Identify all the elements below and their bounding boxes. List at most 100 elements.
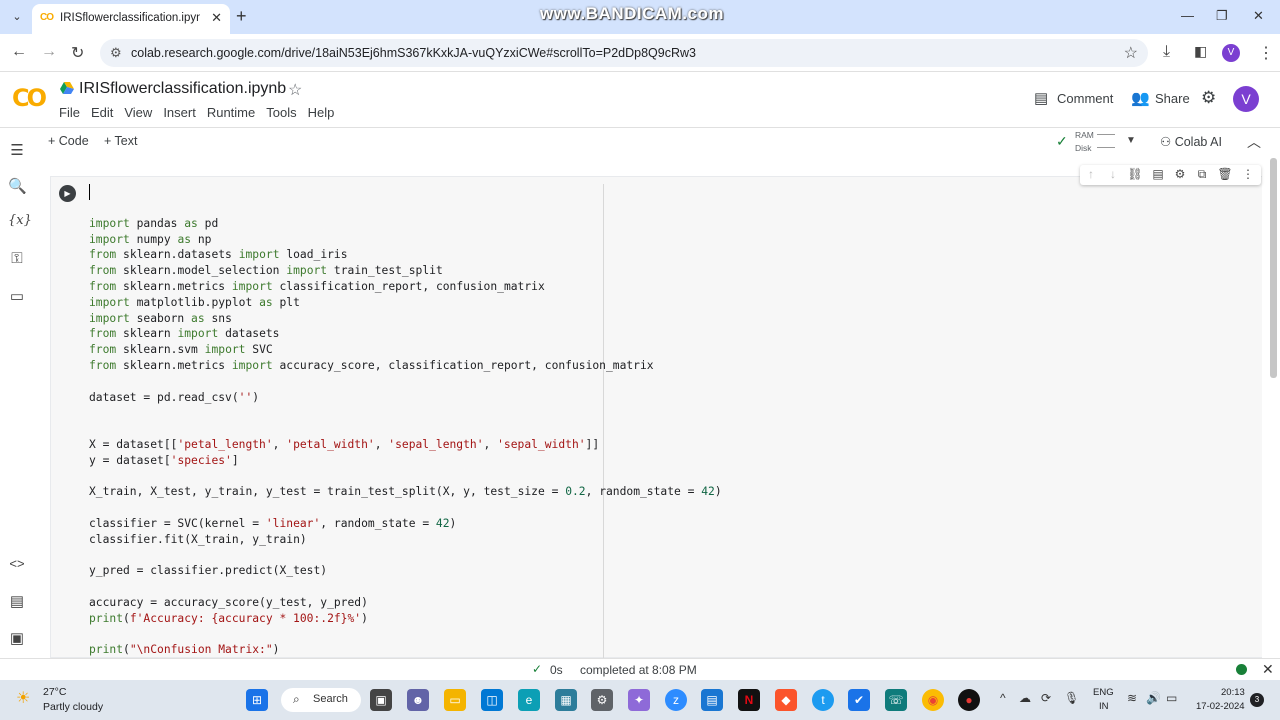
code-line[interactable]: import pandas as pd (89, 216, 722, 232)
system-time[interactable]: 20:13 (1221, 687, 1245, 698)
run-cell-play-icon[interactable]: ▶ (59, 185, 76, 202)
code-line[interactable]: print("\nConfusion Matrix:") (89, 642, 722, 658)
notification-count-badge[interactable]: 3 (1250, 693, 1264, 707)
table-of-contents-icon[interactable]: ☰ (8, 141, 26, 159)
reload-icon[interactable]: ↻ (71, 43, 84, 63)
onedrive-cloud-icon[interactable]: ☁ (1019, 691, 1031, 705)
teams-chat-icon[interactable]: ☻ (407, 689, 429, 711)
window-close-icon[interactable]: ✕ (1253, 8, 1264, 24)
url-text[interactable]: colab.research.google.com/drive/18aiN53E… (131, 46, 696, 60)
menu-help[interactable]: Help (308, 105, 335, 120)
link-cell-icon[interactable]: ⛓ (1127, 167, 1143, 181)
tab-search-chevron-icon[interactable]: ⌄ (6, 6, 28, 28)
delete-cell-trash-icon[interactable]: 🗑 (1217, 167, 1233, 181)
weather-icon[interactable]: ☀ (16, 688, 30, 708)
volume-icon[interactable]: 🔊 (1146, 691, 1161, 705)
code-line[interactable] (89, 405, 722, 421)
account-avatar[interactable]: V (1233, 86, 1259, 112)
chrome-browser-icon[interactable]: ◉ (922, 689, 944, 711)
notebook-title[interactable]: IRISflowerclassification.ipynb (79, 80, 286, 98)
add-comment-icon[interactable]: ▤ (1150, 167, 1166, 181)
todo-check-icon[interactable]: ✔ (848, 689, 870, 711)
drive-icon[interactable] (60, 82, 74, 94)
bookmark-star-icon[interactable]: ☆ (1124, 43, 1138, 63)
share-button[interactable]: Share (1155, 91, 1190, 106)
code-line[interactable]: classifier = SVC(kernel = 'linear', rand… (89, 516, 722, 532)
omnibox[interactable]: ⚙ colab.research.google.com/drive/18aiN5… (100, 39, 1148, 67)
photos-icon[interactable]: ▦ (555, 689, 577, 711)
close-status-icon[interactable]: ✕ (1262, 661, 1274, 678)
code-line[interactable]: from sklearn.model_selection import trai… (89, 263, 722, 279)
code-line[interactable]: from sklearn.metrics import accuracy_sco… (89, 358, 722, 374)
copilot-icon[interactable]: ✦ (628, 689, 650, 711)
vertical-scrollbar[interactable] (1270, 158, 1277, 378)
code-line[interactable]: classifier.fit(X_train, y_train) (89, 532, 722, 548)
command-palette-icon[interactable]: ▤ (8, 592, 26, 610)
zoom-icon[interactable]: z (665, 689, 687, 711)
site-info-icon[interactable]: ⚙ (110, 45, 122, 61)
code-line[interactable]: accuracy = accuracy_score(y_test, y_pred… (89, 595, 722, 611)
code-line[interactable]: print(f'Accuracy: {accuracy * 100:.2f}%'… (89, 611, 722, 627)
sync-icon[interactable]: ⟳ (1041, 691, 1051, 705)
task-view-icon[interactable]: ▣ (370, 689, 392, 711)
variables-icon[interactable]: {x} (8, 213, 32, 228)
code-snippets-icon[interactable]: <> (8, 556, 26, 571)
browser-menu-icon[interactable]: ⋮ (1258, 43, 1274, 63)
code-line[interactable]: import numpy as np (89, 232, 722, 248)
move-cell-down-icon[interactable]: ↓ (1105, 167, 1121, 181)
tab-close-icon[interactable]: ✕ (211, 10, 222, 26)
resources-dropdown-icon[interactable]: ▼ (1126, 135, 1136, 146)
browser-tab[interactable]: CO IRISflowerclassification.ipynb - C ✕ (32, 4, 230, 34)
search-icon[interactable]: 🔍 (8, 177, 27, 195)
menu-insert[interactable]: Insert (163, 105, 196, 120)
calculator-app-icon[interactable]: ▤ (701, 689, 723, 711)
colab-logo[interactable]: CO (12, 84, 47, 112)
code-line[interactable] (89, 469, 722, 485)
code-line[interactable] (89, 374, 722, 390)
code-line[interactable]: from sklearn.datasets import load_iris (89, 247, 722, 263)
move-cell-up-icon[interactable]: ↑ (1083, 167, 1099, 181)
code-line[interactable]: from sklearn import datasets (89, 326, 722, 342)
code-line[interactable] (89, 500, 722, 516)
microphone-icon[interactable]: 🎙 (1064, 691, 1079, 705)
browser-profile-avatar[interactable]: V (1222, 44, 1240, 62)
system-date[interactable]: 17-02-2024 (1196, 701, 1245, 712)
edge-browser-icon[interactable]: e (518, 689, 540, 711)
code-line[interactable] (89, 548, 722, 564)
show-hidden-icons-chevron-icon[interactable]: ^ (1000, 691, 1006, 705)
twitter-icon[interactable]: t (812, 689, 834, 711)
cell-more-options-icon[interactable]: ⋮ (1240, 167, 1256, 181)
whatsapp-icon[interactable]: ☏ (885, 689, 907, 711)
code-line[interactable] (89, 421, 722, 437)
colab-ai-button[interactable]: ⚇ Colab AI (1160, 134, 1222, 149)
restore-icon[interactable]: ❐ (1216, 8, 1228, 24)
download-icon[interactable]: ⤓ (1163, 43, 1170, 61)
sidebar-toggle-icon[interactable]: ◧ (1194, 43, 1207, 60)
forward-icon[interactable]: → (41, 43, 57, 61)
bandicam-record-icon[interactable]: ● (958, 689, 980, 711)
menu-view[interactable]: View (124, 105, 152, 120)
code-line[interactable]: import seaborn as sns (89, 311, 722, 327)
add-text-button[interactable]: + Text (104, 134, 137, 148)
settings-gear-icon[interactable]: ⚙ (1201, 88, 1216, 108)
terminal-icon[interactable]: ▣ (8, 629, 26, 647)
back-icon[interactable]: ← (11, 43, 27, 61)
cell-settings-gear-icon[interactable]: ⚙ (1172, 167, 1188, 181)
code-line[interactable]: dataset = pd.read_csv('') (89, 390, 722, 406)
windows-start-icon[interactable]: ⊞ (246, 689, 268, 711)
code-line[interactable]: y_pred = classifier.predict(X_test) (89, 563, 722, 579)
microsoft-store-icon[interactable]: ◫ (481, 689, 503, 711)
menu-tools[interactable]: Tools (266, 105, 296, 120)
comment-icon[interactable]: ▤ (1034, 89, 1048, 107)
code-line[interactable] (89, 627, 722, 643)
minimize-icon[interactable]: — (1181, 8, 1194, 23)
file-explorer-icon[interactable]: ▭ (444, 689, 466, 711)
files-folder-icon[interactable]: ▭ (8, 287, 26, 305)
code-line[interactable] (89, 200, 722, 216)
battery-icon[interactable]: ▭ (1166, 691, 1177, 705)
menu-file[interactable]: File (59, 105, 80, 120)
mirror-cell-icon[interactable]: ⧉ (1194, 167, 1210, 182)
comment-button[interactable]: Comment (1057, 91, 1113, 106)
menu-edit[interactable]: Edit (91, 105, 113, 120)
input-language[interactable]: ENG (1093, 687, 1114, 698)
